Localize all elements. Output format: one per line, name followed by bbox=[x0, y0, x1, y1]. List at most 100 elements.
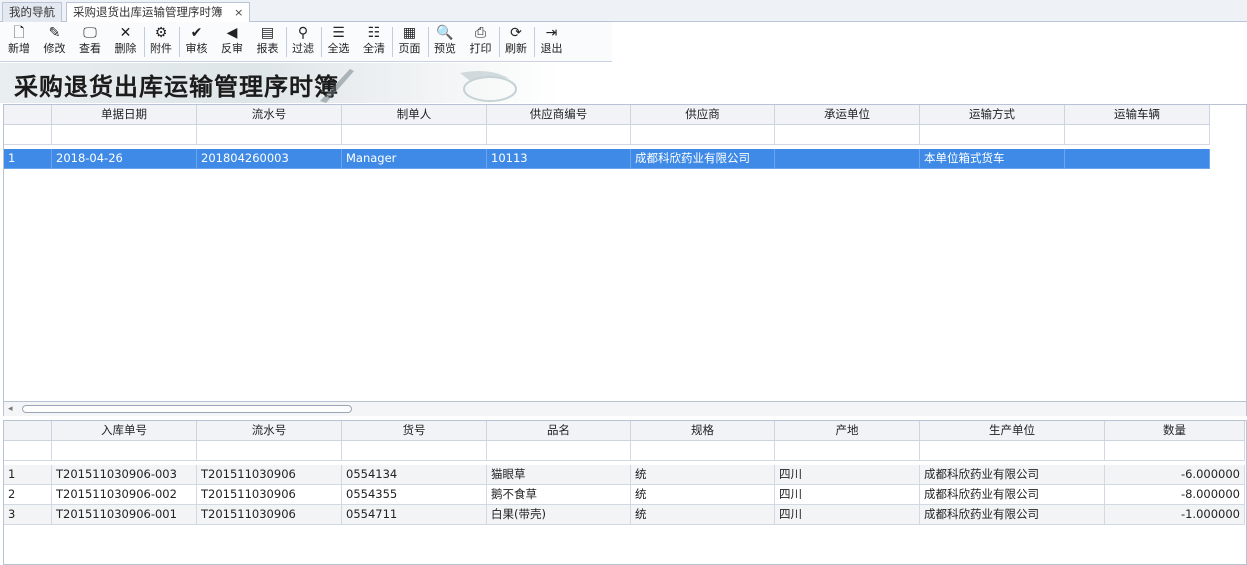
filter-cell[interactable] bbox=[197, 441, 342, 461]
filter-cell[interactable] bbox=[1065, 125, 1210, 145]
row-number-cell bbox=[4, 441, 52, 461]
table-cell: T201511030906-003 bbox=[52, 465, 197, 485]
table-cell: 白果(带壳) bbox=[487, 505, 631, 525]
column-header[interactable]: 品名 bbox=[487, 421, 631, 441]
filter-cell[interactable] bbox=[920, 441, 1105, 461]
toolbar-button-9[interactable]: ☰ 全选 bbox=[326, 24, 352, 60]
toolbar-button-7[interactable]: ▤ 报表 bbox=[255, 24, 281, 60]
banner-decoration-icon bbox=[320, 69, 517, 103]
toolbar-button-label: 删除 bbox=[114, 42, 137, 55]
preview-icon: 🔍 bbox=[436, 25, 454, 41]
toolbar-button-15[interactable]: ⇥ 退出 bbox=[539, 24, 565, 60]
column-header[interactable]: 制单人 bbox=[342, 105, 487, 125]
toolbar-button-1[interactable]: ✎ 修改 bbox=[42, 24, 68, 60]
scroll-thumb[interactable] bbox=[22, 405, 352, 413]
table-cell: 四川 bbox=[775, 485, 920, 505]
toolbar-button-12[interactable]: 🔍 预览 bbox=[432, 24, 458, 60]
toolbar-button-label: 查看 bbox=[79, 42, 101, 55]
column-header[interactable]: 流水号 bbox=[197, 421, 342, 441]
column-header[interactable]: 产地 bbox=[775, 421, 920, 441]
toolbar-button-2[interactable]: 🖵 查看 bbox=[77, 24, 103, 60]
table-cell: 猫眼草 bbox=[487, 465, 631, 485]
filter-row[interactable] bbox=[4, 441, 1245, 461]
page-icon: ▦ bbox=[402, 25, 417, 41]
refresh-icon: ⟳ bbox=[510, 25, 522, 41]
table-cell: 成都科欣药业有限公司 bbox=[920, 505, 1105, 525]
toolbar-button-label: 附件 bbox=[150, 42, 172, 55]
table-row[interactable]: 2 T201511030906-002 T201511030906 0554355 鹅不… bbox=[4, 485, 1245, 505]
column-header[interactable]: 运输方式 bbox=[920, 105, 1065, 125]
toolbar-button-label: 修改 bbox=[43, 42, 66, 55]
table-cell bbox=[775, 149, 920, 169]
toolbar-button-11[interactable]: ▦ 页面 bbox=[397, 24, 423, 60]
header-row[interactable]: 入库单号 流水号 货号 品名 规格 产地 生产单位 数量 bbox=[4, 421, 1245, 441]
column-header[interactable]: 供应商 bbox=[631, 105, 775, 125]
tab-label: 我的导航 bbox=[9, 5, 55, 19]
column-header[interactable]: 生产单位 bbox=[920, 421, 1105, 441]
table-cell: 鹅不食草 bbox=[487, 485, 631, 505]
table-cell: 本单位箱式货车 bbox=[920, 149, 1065, 169]
toolbar-button-13[interactable]: ⎙ 打印 bbox=[468, 24, 494, 60]
filter-cell[interactable] bbox=[631, 441, 775, 461]
toolbar-button-label: 反审 bbox=[221, 42, 243, 55]
page-title: 采购退货出库运输管理序时簿 bbox=[14, 72, 339, 101]
table-row[interactable]: 1 2018-04-26 201804260003 Manager 10113 成都科欣药… bbox=[4, 149, 1210, 169]
filter-cell[interactable] bbox=[775, 125, 920, 145]
column-header[interactable]: 运输车辆 bbox=[1065, 105, 1210, 125]
scroll-left-arrow-icon[interactable]: ◂ bbox=[8, 402, 13, 416]
filter-cell[interactable] bbox=[920, 125, 1065, 145]
filter-cell[interactable] bbox=[52, 125, 197, 145]
toolbar-button-4[interactable]: ⚙ 附件 bbox=[148, 24, 174, 60]
toolbar-button-8[interactable]: ⚲ 过滤 bbox=[290, 24, 316, 60]
table-cell: -6.000000 bbox=[1105, 465, 1245, 485]
close-icon[interactable]: × bbox=[234, 6, 243, 19]
table-row[interactable]: 3 T201511030906-001 T201511030906 0554711 白果… bbox=[4, 505, 1245, 525]
table-cell: 四川 bbox=[775, 505, 920, 525]
table-cell: T201511030906 bbox=[197, 505, 342, 525]
toolbar-button-0[interactable]: 🗋 新增 bbox=[6, 24, 32, 60]
print-icon: ⎙ bbox=[474, 25, 487, 41]
new-document-icon: 🗋 bbox=[13, 25, 25, 41]
table-row[interactable]: 1 T201511030906-003 T201511030906 0554134 猫眼… bbox=[4, 465, 1245, 485]
table-cell: -1.000000 bbox=[1105, 505, 1245, 525]
master-horizontal-scrollbar[interactable]: ◂ bbox=[3, 402, 1247, 416]
column-header[interactable]: 货号 bbox=[342, 421, 487, 441]
column-header[interactable]: 供应商编号 bbox=[487, 105, 631, 125]
table-cell: T201511030906 bbox=[197, 465, 342, 485]
filter-cell[interactable] bbox=[631, 125, 775, 145]
table-cell: 成都科欣药业有限公司 bbox=[920, 465, 1105, 485]
filter-cell[interactable] bbox=[197, 125, 342, 145]
filter-cell[interactable] bbox=[487, 125, 631, 145]
row-number-cell: 3 bbox=[4, 505, 52, 525]
row-number-cell bbox=[4, 105, 52, 125]
toolbar-button-3[interactable]: ✕ 删除 bbox=[113, 24, 139, 60]
column-header[interactable]: 承运单位 bbox=[775, 105, 920, 125]
toolbar-button-label: 审核 bbox=[185, 42, 208, 55]
filter-cell[interactable] bbox=[775, 441, 920, 461]
toolbar-button-5[interactable]: ✔ 审核 bbox=[184, 24, 210, 60]
table-cell: 统 bbox=[631, 465, 775, 485]
master-grid: 单据日期 流水号 制单人 供应商编号 供应商 承运单位 运输方式 运输车辆 1 2018-04-2… bbox=[3, 104, 1247, 402]
toolbar-button-10[interactable]: ☷ 全清 bbox=[361, 24, 387, 60]
filter-cell[interactable] bbox=[342, 441, 487, 461]
filter-row[interactable] bbox=[4, 125, 1210, 145]
table-cell: 0554355 bbox=[342, 485, 487, 505]
toolbar-button-label: 过滤 bbox=[292, 42, 314, 55]
column-header[interactable]: 流水号 bbox=[197, 105, 342, 125]
column-header[interactable]: 规格 bbox=[631, 421, 775, 441]
filter-cell[interactable] bbox=[487, 441, 631, 461]
toolbar-button-14[interactable]: ⟳ 刷新 bbox=[503, 24, 529, 60]
tab-label: 采购退货出库运输管理序时簿 bbox=[73, 5, 223, 19]
filter-cell[interactable] bbox=[52, 441, 197, 461]
column-header[interactable]: 单据日期 bbox=[52, 105, 197, 125]
tab-purchase-return-transport[interactable]: 采购退货出库运输管理序时簿 × bbox=[66, 2, 251, 23]
header-row[interactable]: 单据日期 流水号 制单人 供应商编号 供应商 承运单位 运输方式 运输车辆 bbox=[4, 105, 1210, 125]
column-header[interactable]: 入库单号 bbox=[52, 421, 197, 441]
filter-cell[interactable] bbox=[342, 125, 487, 145]
column-header[interactable]: 数量 bbox=[1105, 421, 1245, 441]
tab-my-navigation[interactable]: 我的导航 bbox=[2, 2, 62, 22]
filter-cell[interactable] bbox=[1105, 441, 1245, 461]
delete-icon: ✕ bbox=[119, 25, 132, 41]
toolbar-button-6[interactable]: ◀ 反审 bbox=[219, 24, 245, 60]
table-cell: Manager bbox=[342, 149, 487, 169]
